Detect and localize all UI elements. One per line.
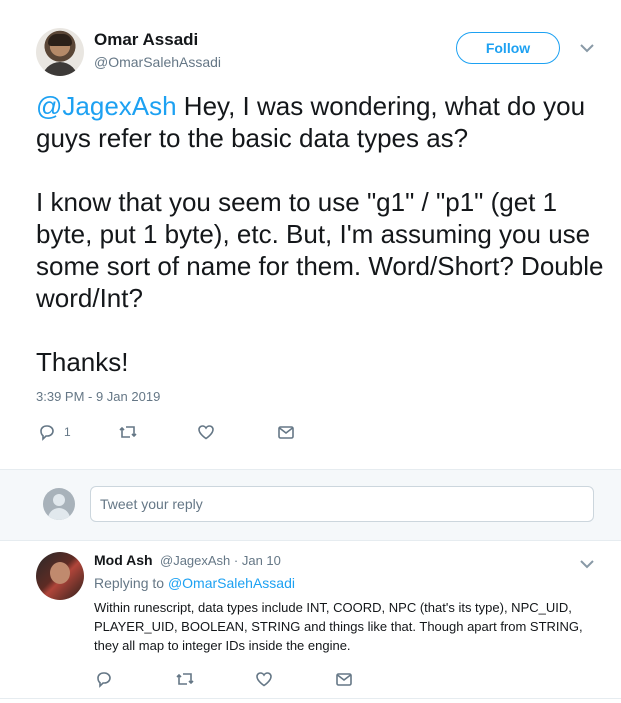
reply-tweet-text: Within runescript, data types include IN… [94, 600, 583, 653]
reply-tweet-reply-button[interactable] [95, 670, 113, 688]
mention-link[interactable]: @JagexAsh [36, 91, 177, 121]
retweet-icon [119, 426, 137, 438]
heart-icon [256, 672, 272, 687]
direct-message-button[interactable] [277, 423, 295, 441]
author-avatar[interactable] [36, 28, 84, 76]
retweet-button[interactable] [118, 423, 138, 441]
divider [0, 698, 621, 699]
divider [0, 540, 621, 541]
retweet-icon [176, 673, 194, 685]
reply-count: 1 [64, 425, 71, 439]
reply-tweet-retweet-button[interactable] [175, 670, 195, 688]
replying-to-link[interactable]: @OmarSalehAssadi [168, 575, 295, 591]
envelope-icon [336, 673, 352, 686]
reply-icon [40, 425, 54, 441]
heart-icon [198, 425, 214, 440]
reply-author-name[interactable]: Mod Ash [94, 552, 153, 568]
reply-icon [97, 672, 111, 688]
reply-button[interactable]: 1 [38, 423, 71, 441]
replying-to-prefix: Replying to [94, 575, 168, 591]
chevron-down-icon[interactable] [580, 40, 594, 58]
chevron-down-icon[interactable] [580, 556, 594, 574]
reply-input[interactable] [90, 486, 594, 522]
reply-tweet-like-button[interactable] [255, 670, 273, 688]
tweet-timestamp[interactable]: 3:39 PM - 9 Jan 2019 [36, 389, 160, 404]
reply-tweet-dm-button[interactable] [335, 670, 353, 688]
current-user-avatar [43, 488, 75, 520]
author-handle[interactable]: @OmarSalehAssadi [94, 54, 221, 70]
follow-button[interactable]: Follow [456, 32, 560, 64]
reply-author-avatar[interactable] [36, 552, 84, 600]
tweet-body: Hey, I was wondering, what do you guys r… [36, 91, 604, 377]
author-name[interactable]: Omar Assadi [94, 30, 198, 50]
envelope-icon [278, 426, 294, 439]
tweet-text: @JagexAsh Hey, I was wondering, what do … [36, 90, 606, 378]
like-button[interactable] [197, 423, 215, 441]
reply-author-meta[interactable]: @JagexAsh · Jan 10 [160, 553, 281, 568]
replying-to: Replying to @OmarSalehAssadi [94, 575, 295, 591]
